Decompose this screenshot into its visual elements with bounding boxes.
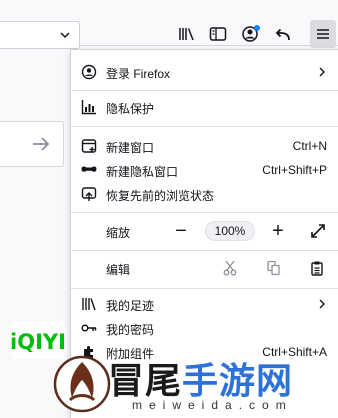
restore-session-icon <box>81 186 97 202</box>
restore-session-item[interactable]: 恢复先前的浏览状态 <box>71 182 338 206</box>
sign-in-label: 登录 Firefox <box>106 67 171 81</box>
zoom-controls: 缩放 − 100% + <box>71 218 338 244</box>
menu-divider <box>71 126 338 127</box>
copy-icon[interactable] <box>265 259 283 277</box>
chevron-right-icon <box>317 66 327 81</box>
watermark-title: 冒尾手游网 <box>108 352 293 404</box>
privacy-protection-label: 隐私保护 <box>106 102 155 116</box>
zoom-in-button[interactable]: + <box>268 221 288 241</box>
fullscreen-icon[interactable] <box>308 221 328 241</box>
new-window-shortcut: Ctrl+N <box>292 139 327 153</box>
edit-controls: 编辑 <box>71 255 338 281</box>
restore-session-label: 恢复先前的浏览状态 <box>106 189 215 203</box>
watermark-title-black: 冒尾 <box>108 360 183 402</box>
new-window-icon <box>81 138 97 154</box>
search-card[interactable] <box>0 121 64 167</box>
cut-icon[interactable] <box>221 259 239 277</box>
zoom-reset-button[interactable]: 100% <box>205 221 255 241</box>
library-icon <box>81 296 97 312</box>
passwords-item[interactable]: 我的密码 <box>71 316 338 340</box>
edit-label: 编辑 <box>106 263 131 277</box>
paste-icon[interactable] <box>308 259 326 277</box>
watermark-logo <box>52 350 112 414</box>
watermark: 冒尾手游网 meiweida.com <box>48 346 338 418</box>
library-icon[interactable] <box>176 23 198 45</box>
menu-divider <box>71 212 338 213</box>
new-window-item[interactable]: 新建窗口 Ctrl+N <box>71 134 338 158</box>
hamburger-menu-icon[interactable] <box>310 20 336 48</box>
bar-chart-icon <box>81 99 97 115</box>
history-item[interactable]: 我的足迹 <box>71 292 338 316</box>
passwords-label: 我的密码 <box>106 323 155 337</box>
menu-divider <box>71 250 338 251</box>
account-circle-icon <box>81 64 97 80</box>
chevron-down-icon[interactable] <box>59 29 71 44</box>
history-label: 我的足迹 <box>106 299 155 313</box>
sidebar-icon[interactable] <box>207 23 229 45</box>
arrow-right-icon[interactable] <box>31 135 51 156</box>
privacy-protection-item[interactable]: 隐私保护 <box>71 95 338 119</box>
account-icon[interactable] <box>240 23 262 45</box>
back-icon[interactable] <box>272 23 294 45</box>
notification-dot <box>254 25 260 31</box>
watermark-subtitle: meiweida.com <box>132 398 293 412</box>
menu-divider <box>71 90 338 91</box>
watermark-title-blue: 手游网 <box>182 360 294 402</box>
sign-in-item[interactable]: 登录 Firefox <box>71 60 338 84</box>
menu-divider <box>71 288 338 289</box>
new-private-window-item[interactable]: 新建隐私窗口 Ctrl+Shift+P <box>71 158 338 182</box>
key-icon <box>81 320 97 336</box>
zoom-label: 缩放 <box>106 226 131 240</box>
browser-toolbar <box>0 0 338 49</box>
address-bar[interactable] <box>0 21 80 49</box>
chevron-right-icon <box>317 298 327 313</box>
new-window-label: 新建窗口 <box>106 141 155 155</box>
new-private-window-label: 新建隐私窗口 <box>106 165 179 179</box>
new-private-window-shortcut: Ctrl+Shift+P <box>262 163 327 177</box>
zoom-out-button[interactable]: − <box>171 221 191 241</box>
private-mask-icon <box>81 162 97 178</box>
